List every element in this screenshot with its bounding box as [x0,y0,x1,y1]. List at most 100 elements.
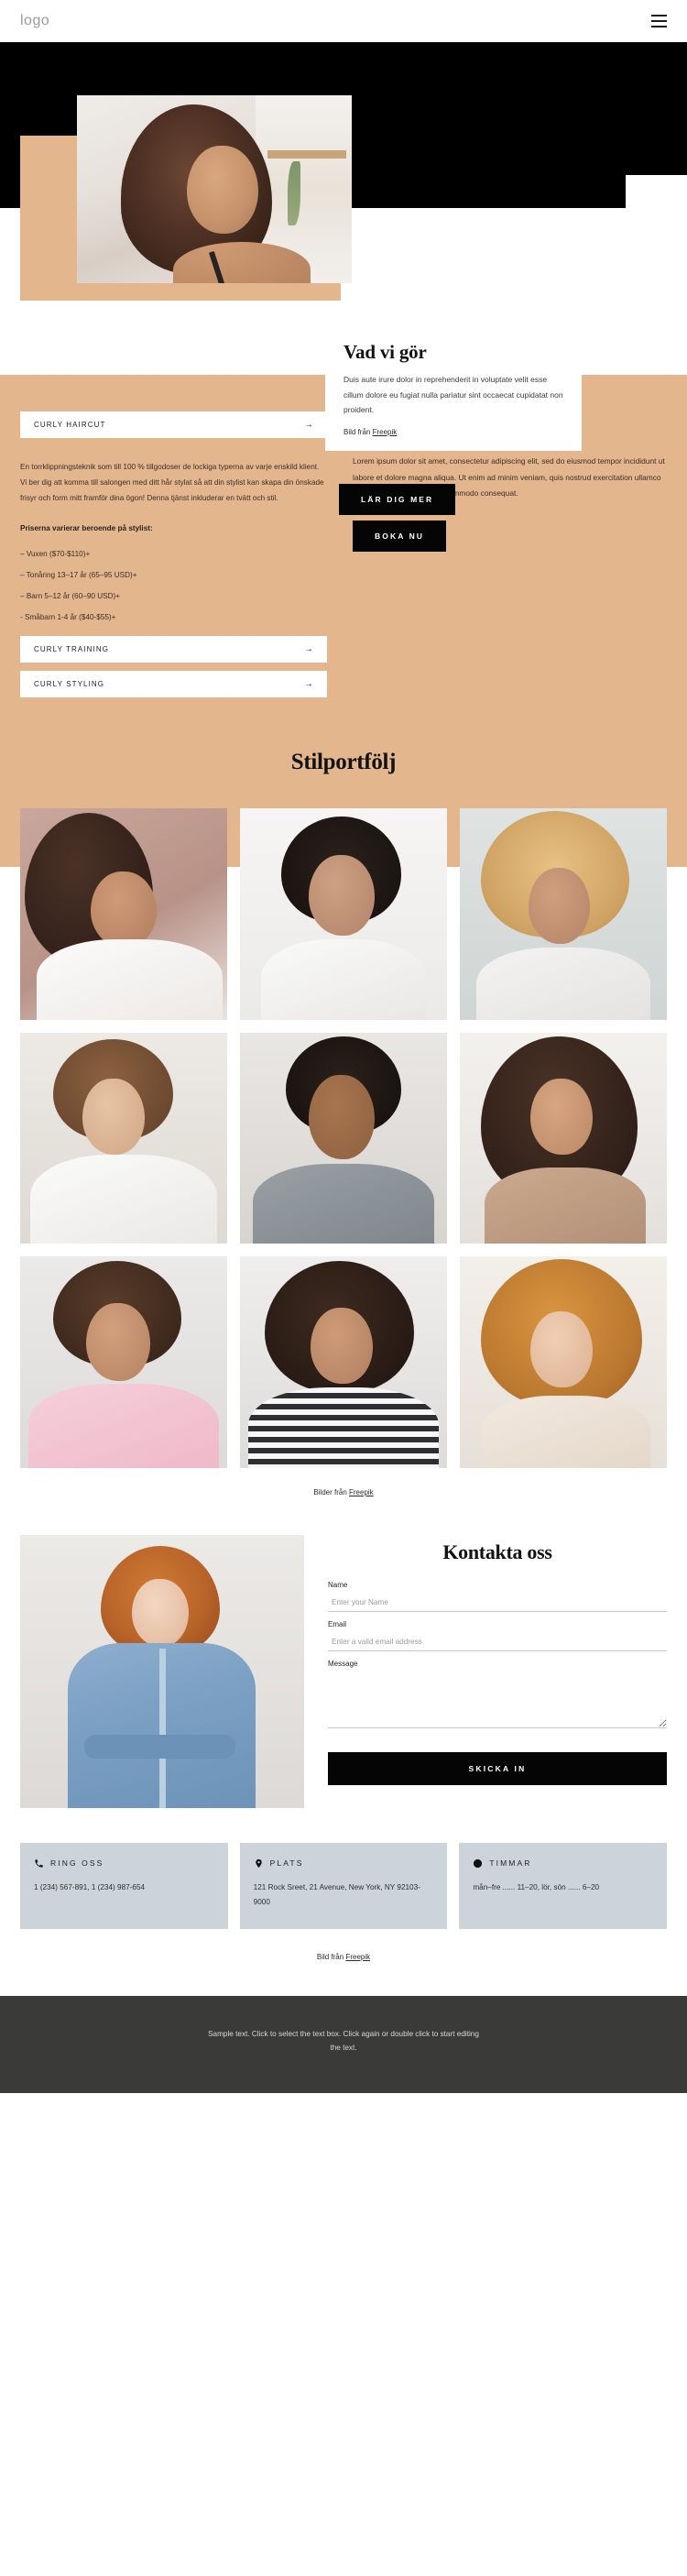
name-label: Name [328,1580,348,1589]
arrow-right-icon: → [304,678,313,689]
freepik-link[interactable]: Freepik [349,1488,374,1496]
portfolio-item[interactable] [460,1256,667,1468]
info-card-hours: TIMMAR mån–fre ...... 11–20, lör, sön ..… [459,1842,668,1929]
portfolio-photo-body [252,1163,435,1244]
site-footer: Sample text. Click to select the text bo… [0,1995,687,2093]
info-card-text: 121 Rock Sreet, 21 Avenue, New York, NY … [253,1882,420,1907]
info-card-header: TIMMAR [473,1858,653,1869]
portfolio-photo-face [308,854,375,936]
portfolio-item[interactable] [20,1256,227,1468]
portfolio-item[interactable] [240,1032,447,1244]
info-card-text: mån–fre ...... 11–20, lör, sön ...... 6–… [473,1882,600,1891]
accordion-item-curly-haircut[interactable]: CURLY HAIRCUT → [20,411,327,438]
clock-icon [473,1858,483,1869]
book-now-button[interactable]: BOKA NU [353,520,447,552]
contact-photo [20,1534,304,1808]
portfolio-item[interactable] [20,808,227,1020]
info-card-title: TIMMAR [489,1858,532,1869]
portfolio-photo-body [248,1387,439,1468]
price-heading: Priserna varierar beroende på stylist: [20,524,153,533]
field-message: Message [328,1660,667,1733]
portfolio-photo-body [260,939,427,1020]
hero-photo-plant [288,161,300,225]
map-pin-icon [254,1858,264,1869]
hero-photo-face [187,146,258,234]
portfolio-item[interactable] [240,808,447,1020]
price-list: – Vuxen ($70-$110)+ – Tonåring 13–17 år … [20,550,327,621]
accordion-item-curly-styling[interactable]: CURLY STYLING → [20,671,327,698]
arrow-right-icon: → [304,643,313,654]
info-card-header: PLATS [254,1858,434,1869]
info-card-text: 1 (234) 567-891, 1 (234) 987-654 [34,1882,146,1891]
accordion-label: CURLY STYLING [34,680,105,689]
hamburger-bar [651,15,667,16]
accordion-group-bottom: CURLY TRAINING → CURLY STYLING → [20,636,327,698]
portfolio-photo-body [485,1167,647,1244]
portfolio-photo-body [480,1396,650,1468]
contact-photo-arms [84,1734,235,1759]
portfolio-photo-face [90,871,158,948]
info-card-title: RING OSS [50,1858,104,1869]
portfolio-image-credit: Bilder från Freepik [0,1467,687,1496]
hero-photo-shelf [267,150,346,159]
service-description-block: En torrklippningsteknik som till 100 % t… [20,460,327,621]
email-label: Email [328,1619,347,1628]
message-textarea[interactable] [328,1671,667,1728]
hamburger-icon[interactable] [651,15,667,27]
submit-button[interactable]: SKICKA IN [328,1751,667,1785]
portfolio-photo-body [476,948,650,1020]
freepik-link[interactable]: Freepik [345,1953,370,1961]
bottom-image-credit: Bild från Freepik [0,1928,687,1996]
hero-card-title: Vad vi gör [344,341,427,363]
contact-title: Kontakta oss [442,1540,552,1563]
footer-text: Sample text. Click to select the text bo… [208,2029,479,2052]
service-description: En torrklippningsteknik som till 100 % t… [20,463,324,502]
price-item: – Vuxen ($70-$110)+ [20,550,91,559]
portfolio-section: Stilportfölj Bilder från Freepik [0,706,687,1496]
info-card-title: PLATS [269,1858,304,1869]
contact-photo-face [132,1578,189,1647]
accordion-label: CURLY TRAINING [34,645,110,654]
hero-section [0,42,687,340]
info-card-header: RING OSS [34,1858,214,1869]
services-section: CURLY HAIRCUT → En torrklippningsteknik … [0,375,687,1496]
info-card-call-us: RING OSS 1 (234) 567-891, 1 (234) 987-65… [20,1842,228,1929]
portfolio-item[interactable] [460,1032,667,1244]
accordion-label: CURLY HAIRCUT [34,421,106,429]
portfolio-photo-face [86,1302,151,1382]
hero-image-credit: Bild från Freepik [344,428,563,436]
field-name: Name [328,1581,667,1612]
portfolio-photo-face [529,1079,593,1156]
portfolio-item[interactable] [240,1256,447,1468]
price-item: - Småbarn 1-4 år ($40-$55)+ [20,613,116,622]
freepik-link[interactable]: Freepik [373,428,398,436]
name-input[interactable] [328,1595,667,1612]
hero-card: Vad vi gör Duis aute irure dolor in repr… [325,325,582,451]
site-logo[interactable]: logo [20,13,49,29]
message-label: Message [328,1659,358,1668]
portfolio-title: Stilportfölj [290,750,397,775]
portfolio-white-bg: Bilder från Freepik [0,808,687,1496]
email-input[interactable] [328,1634,667,1651]
page-root: logo Vad vi gör Duis aute irure dolor in… [0,0,687,2093]
contact-photo-placket [159,1648,166,1808]
portfolio-photo-face [310,1307,373,1384]
portfolio-item[interactable] [460,808,667,1020]
portfolio-item[interactable] [20,1032,227,1244]
credit-prefix: Bild från [316,1952,346,1961]
info-card-location: PLATS 121 Rock Sreet, 21 Avenue, New Yor… [239,1842,448,1929]
site-header: logo [0,0,687,42]
field-email: Email [328,1620,667,1651]
phone-icon [34,1858,44,1869]
portfolio-photo-face [529,1311,593,1388]
price-item: – Barn 5–12 år (60–90 USD)+ [20,592,121,601]
hamburger-bar [651,20,667,22]
portfolio-photo-face [82,1079,145,1156]
accordion-item-curly-training[interactable]: CURLY TRAINING → [20,636,327,663]
info-cards-row: RING OSS 1 (234) 567-891, 1 (234) 987-65… [0,1807,687,1929]
portfolio-photo-body [30,1155,217,1244]
contact-section: Kontakta oss Name Email Message SKICKA I… [0,1496,687,1808]
hero-photo [77,95,352,283]
learn-more-button[interactable]: LÄR DIG MER [339,484,456,515]
services-inner: CURLY HAIRCUT → En torrklippningsteknik … [0,411,687,706]
